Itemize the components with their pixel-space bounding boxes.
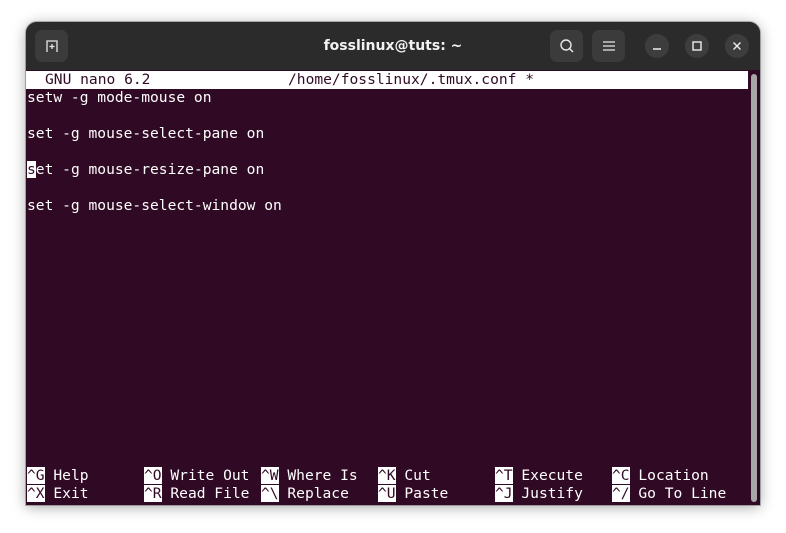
- shortcut-help[interactable]: ^G Help: [27, 467, 89, 485]
- hamburger-menu-icon: [602, 41, 615, 51]
- shortcut-execute[interactable]: ^T Execute: [495, 467, 583, 485]
- shortcut-read-file[interactable]: ^R Read File: [144, 485, 249, 503]
- terminal-content[interactable]: GNU nano 6.2/home/fosslinux/.tmux.conf *…: [26, 70, 748, 505]
- header-bar: fosslinux@tuts: ~: [26, 22, 760, 71]
- maximize-icon: [692, 41, 702, 51]
- search-icon: [559, 39, 574, 53]
- menu-button[interactable]: [592, 30, 625, 62]
- shortcut-location[interactable]: ^C Location: [612, 467, 709, 485]
- editor-line-1[interactable]: setw -g mode-mouse on: [27, 89, 212, 107]
- search-button[interactable]: [550, 30, 583, 62]
- shortcut-cut[interactable]: ^K Cut: [378, 467, 431, 485]
- close-button[interactable]: [725, 34, 749, 58]
- minimize-button[interactable]: [645, 34, 669, 58]
- nano-version: GNU nano 6.2: [45, 71, 151, 88]
- shortcut-go-to-line[interactable]: ^/ Go To Line: [612, 485, 726, 503]
- shortcut-replace[interactable]: ^\ Replace: [261, 485, 349, 503]
- text-cursor: s: [27, 161, 36, 178]
- editor-line-7[interactable]: set -g mouse-select-window on: [27, 197, 282, 215]
- editor-line-5[interactable]: set -g mouse-resize-pane on: [27, 161, 264, 179]
- editor-line-3[interactable]: set -g mouse-select-pane on: [27, 125, 264, 143]
- shortcut-write-out[interactable]: ^O Write Out: [144, 467, 249, 485]
- close-icon: [733, 42, 741, 50]
- terminal-window: fosslinux@tuts: ~ GNU nano 6.2 /home/fos…: [26, 22, 760, 505]
- shortcut-exit[interactable]: ^X Exit: [27, 485, 89, 503]
- new-tab-button[interactable]: [35, 30, 68, 62]
- maximize-button[interactable]: [685, 34, 709, 58]
- editor-line-5-text: et -g mouse-resize-pane on: [35, 161, 265, 178]
- nano-status-bar: GNU nano 6.2/home/fosslinux/.tmux.conf *: [26, 71, 748, 89]
- new-tab-icon: [45, 40, 58, 52]
- vertical-scrollbar[interactable]: [748, 70, 760, 505]
- scrollbar-thumb[interactable]: [751, 74, 757, 502]
- shortcut-justify[interactable]: ^J Justify: [495, 485, 583, 503]
- shortcut-where-is[interactable]: ^W Where Is: [261, 467, 358, 485]
- minimize-icon: [653, 48, 661, 50]
- shortcut-paste[interactable]: ^U Paste: [378, 485, 448, 503]
- file-path: /home/fosslinux/.tmux.conf *: [288, 71, 535, 88]
